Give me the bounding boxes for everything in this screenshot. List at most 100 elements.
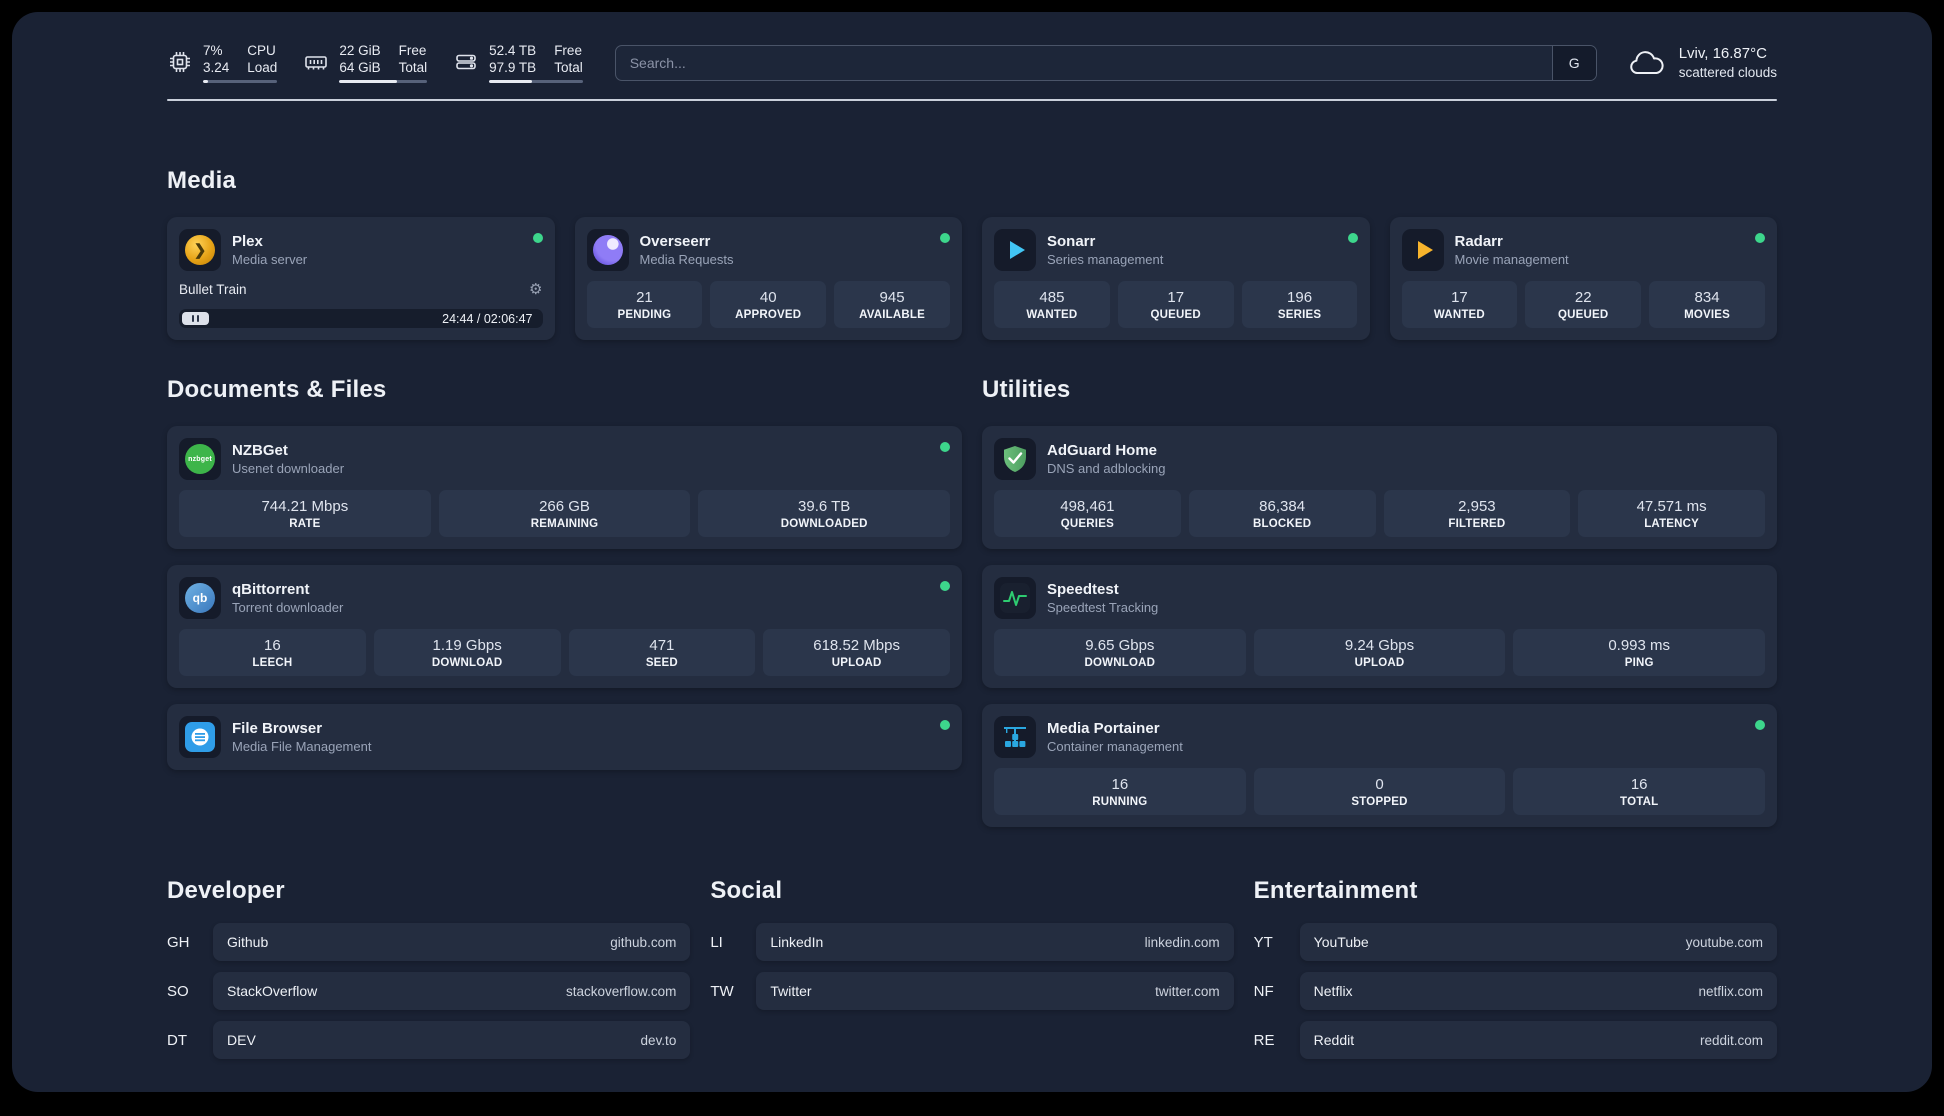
stat-box: 266 GB REMAINING: [438, 490, 691, 537]
search-input[interactable]: [615, 45, 1552, 80]
stat-box: 40 APPROVED: [710, 281, 827, 328]
app-card-speedtest[interactable]: Speedtest Speedtest Tracking 9.65 Gbps D…: [982, 565, 1777, 688]
bookmark-row: RE Reddit reddit.com: [1254, 1021, 1777, 1059]
utilities-column: Utilities AdGuard Home DNS and adblockin…: [982, 376, 1777, 827]
top-bar: 7% CPU 3.24 Load 22 GiB Free 64 GiB Tota…: [167, 12, 1777, 83]
bookmark-link-reddit[interactable]: Reddit reddit.com: [1299, 1021, 1777, 1059]
status-dot: [940, 720, 950, 730]
status-dot: [532, 233, 543, 243]
status-dot: [1755, 720, 1765, 730]
app-subtitle: Movie management: [1454, 252, 1569, 267]
stat-box: 16 TOTAL: [1513, 768, 1766, 815]
playback-time: 24:44 / 02:06:47: [442, 311, 533, 326]
stat-box: 17 QUEUED: [1117, 281, 1234, 328]
bookmark-row: YT YouTube youtube.com: [1254, 923, 1777, 961]
status-dot: [940, 442, 950, 452]
search-bar: G: [614, 44, 1597, 81]
status-dot: [1347, 233, 1358, 243]
cpu-icon: [170, 52, 190, 72]
disk-label-top: Free: [554, 43, 582, 58]
app-name: Radarr: [1454, 233, 1503, 250]
section-title-files: Documents & Files: [167, 376, 387, 403]
bookmark-link-youtube[interactable]: YouTube youtube.com: [1299, 923, 1777, 961]
app-card-adguard[interactable]: AdGuard Home DNS and adblocking 498,461 …: [982, 426, 1777, 549]
sonarr-icon: [994, 229, 1036, 271]
playback-progress-bar: 24:44 / 02:06:47: [179, 309, 543, 328]
weather-condition: scattered clouds: [1678, 64, 1777, 80]
speedtest-icon: [994, 577, 1036, 619]
stat-box: 9.24 Gbps UPLOAD: [1253, 629, 1506, 676]
now-playing-title: Bullet Train: [179, 281, 247, 297]
stat-box: 498,461 QUERIES: [994, 490, 1181, 537]
section-title-entertainment: Entertainment: [1253, 877, 1418, 904]
media-grid: ❯ Plex Media server Bullet Train ⚙ 24:44…: [167, 217, 1777, 340]
section-title-media: Media: [167, 167, 237, 194]
overseerr-icon: [586, 229, 629, 271]
bookmark-abbr: YT: [1253, 933, 1273, 951]
radarr-icon: [1401, 229, 1444, 271]
bookmark-abbr: GH: [167, 933, 190, 951]
status-dot: [940, 581, 950, 591]
stat-box: 2,953 FILTERED: [1383, 490, 1571, 537]
stat-box: 39.6 TB DOWNLOADED: [698, 490, 951, 537]
cpu-stat: 7% CPU 3.24 Load: [167, 42, 278, 83]
bookmark-link-github[interactable]: Github github.com: [213, 923, 691, 961]
ram-icon: [305, 56, 328, 70]
section-title-developer: Developer: [167, 877, 285, 904]
bookmark-row: LI LinkedIn linkedin.com: [710, 923, 1234, 961]
bookmark-row: TW Twitter twitter.com: [710, 972, 1234, 1010]
app-card-sonarr[interactable]: Sonarr Series management 485 WANTED 17 Q…: [982, 217, 1370, 340]
bookmark-abbr: NF: [1253, 982, 1274, 1000]
bookmark-link-twitter[interactable]: Twitter twitter.com: [756, 972, 1234, 1010]
gear-icon[interactable]: ⚙: [529, 282, 542, 297]
stat-box: 9.65 Gbps DOWNLOAD: [994, 629, 1246, 676]
disk-bar: [489, 80, 583, 83]
cpu-label-bottom: Load: [247, 60, 278, 75]
app-card-filebrowser[interactable]: File Browser Media File Management: [167, 704, 962, 770]
bookmark-link-netflix[interactable]: Netflix netflix.com: [1299, 972, 1777, 1010]
app-card-nzbget[interactable]: nzbget NZBGet Usenet downloader 744.21 M…: [167, 426, 962, 549]
app-card-radarr[interactable]: Radarr Movie management 17 WANTED 22 QUE…: [1389, 217, 1777, 340]
search-engine-button[interactable]: G: [1551, 45, 1596, 80]
stat-box: 47.571 ms LATENCY: [1578, 490, 1765, 537]
stat-box: 945 AVAILABLE: [834, 281, 950, 328]
disk-free: 52.4 TB: [489, 43, 537, 58]
app-card-overseerr[interactable]: Overseerr Media Requests 21 PENDING 40 A…: [574, 217, 962, 340]
stat-box: 16 LEECH: [179, 629, 366, 676]
stat-box: 21 PENDING: [586, 281, 703, 328]
app-card-plex[interactable]: ❯ Plex Media server Bullet Train ⚙ 24:44…: [167, 217, 555, 340]
ram-label-top: Free: [398, 43, 427, 58]
stat-box: 196 SERIES: [1241, 281, 1358, 328]
bookmark-row: GH Github github.com: [167, 923, 691, 961]
bookmark-group-developer: Developer GH Github github.com SO StackO…: [167, 877, 691, 1059]
bookmark-link-linkedin[interactable]: LinkedIn linkedin.com: [756, 923, 1234, 961]
disk-total: 97.9 TB: [489, 60, 537, 75]
bookmark-row: DT DEV dev.to: [167, 1021, 691, 1059]
bookmark-abbr: TW: [710, 982, 734, 1000]
app-card-qbittorrent[interactable]: qb qBittorrent Torrent downloader 16 LEE…: [167, 565, 962, 688]
weather-widget: Lviv, 16.87°C scattered clouds: [1627, 44, 1777, 82]
bookmark-link-stackoverflow[interactable]: StackOverflow stackoverflow.com: [213, 972, 691, 1010]
section-title-social: Social: [710, 877, 783, 904]
filebrowser-icon: [179, 716, 221, 758]
disk-icon: [456, 54, 476, 70]
qbittorrent-icon: qb: [179, 577, 221, 619]
weather-location: Lviv, 16.87°C: [1678, 44, 1767, 62]
app-card-portainer[interactable]: Media Portainer Container management 16 …: [982, 704, 1777, 827]
bookmark-group-social: Social LI LinkedIn linkedin.com TW Twitt…: [710, 877, 1234, 1059]
ram-stat: 22 GiB Free 64 GiB Total: [303, 42, 428, 83]
stat-box: 17 WANTED: [1401, 281, 1518, 328]
app-subtitle: Media Requests: [639, 252, 734, 267]
ram-bar: [339, 80, 428, 83]
app-subtitle: Series management: [1047, 252, 1164, 267]
disk-label-bottom: Total: [554, 60, 583, 75]
pause-button[interactable]: [182, 312, 209, 325]
files-column: Documents & Files nzbget NZBGet Usenet d…: [167, 376, 962, 827]
stat-box: 0.993 ms PING: [1513, 629, 1766, 676]
ram-total: 64 GiB: [339, 60, 381, 75]
stat-box: 618.52 Mbps UPLOAD: [763, 629, 950, 676]
ram-free: 22 GiB: [339, 43, 381, 58]
cpu-load: 3.24: [203, 60, 230, 75]
stat-box: 744.21 Mbps RATE: [179, 490, 431, 537]
bookmark-link-dev[interactable]: DEV dev.to: [213, 1021, 691, 1059]
